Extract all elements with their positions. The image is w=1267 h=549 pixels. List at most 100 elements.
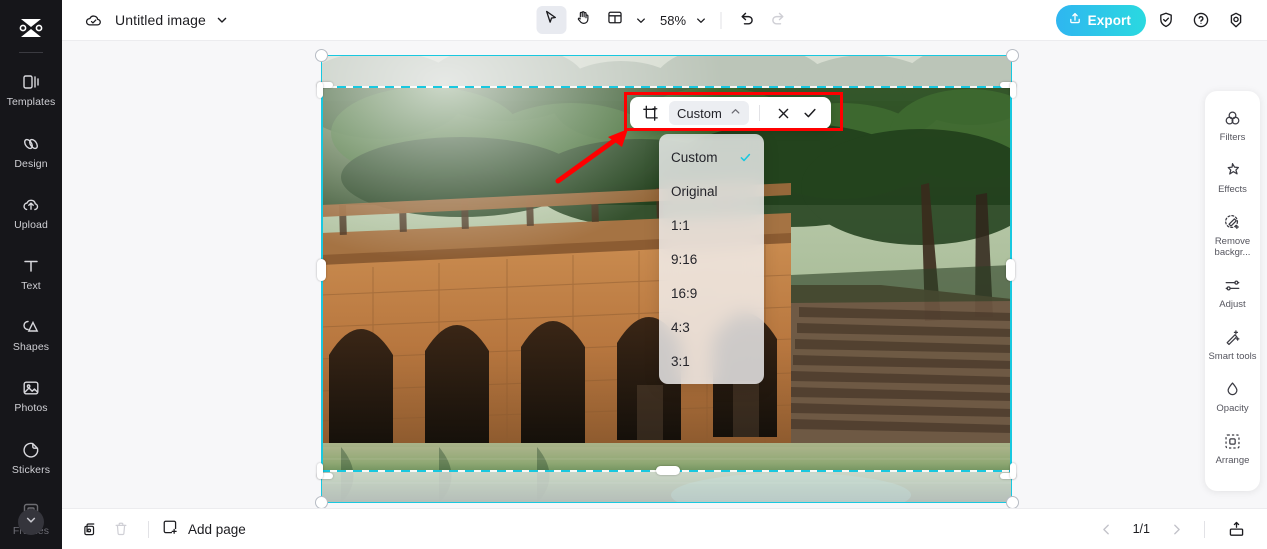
ratio-option-label: 3:1	[671, 353, 690, 369]
zoom-chevron-down-icon[interactable]	[692, 7, 710, 33]
prev-page-button[interactable]	[1095, 517, 1119, 541]
right-tool-adjust[interactable]: Adjust	[1205, 266, 1260, 318]
right-tool-label: Filters	[1219, 132, 1246, 143]
ratio-option-9-16[interactable]: 9:16	[659, 242, 764, 276]
filters-icon	[1223, 108, 1243, 128]
right-tool-smart-tools[interactable]: Smart tools	[1205, 318, 1260, 370]
sidebar-item-shapes[interactable]: Shapes	[0, 304, 62, 365]
crop-handle-left-mid[interactable]	[317, 259, 326, 281]
bottom-right-divider	[1204, 520, 1205, 538]
selection-handle-bottom-left[interactable]	[315, 496, 328, 508]
undo-arrow-icon	[737, 9, 755, 32]
right-tool-opacity[interactable]: Opacity	[1205, 370, 1260, 422]
sidebar-item-stickers[interactable]: Stickers	[0, 427, 62, 488]
next-page-button[interactable]	[1164, 517, 1188, 541]
right-tool-effects[interactable]: Effects	[1205, 151, 1260, 203]
aspect-ratio-select[interactable]: Custom	[669, 101, 749, 125]
sidebar-item-photos[interactable]: Photos	[0, 365, 62, 426]
layout-chevron-down-icon[interactable]	[632, 7, 650, 33]
add-page-button[interactable]: Add page	[161, 518, 246, 541]
cloud-saved-icon[interactable]	[83, 10, 103, 30]
cursor-arrow-icon	[542, 9, 559, 31]
crop-confirm-button[interactable]	[799, 102, 822, 125]
sidebar-item-upload[interactable]: Upload	[0, 182, 62, 243]
ratio-option-label: 4:3	[671, 319, 690, 335]
design-icon	[20, 133, 42, 155]
capcut-logo-icon[interactable]	[14, 14, 48, 41]
page-navigation: 1/1	[1095, 514, 1251, 544]
sidebar-item-templates[interactable]: Templates	[0, 59, 62, 120]
redo-arrow-icon	[769, 9, 787, 32]
ratio-option-original[interactable]: Original	[659, 174, 764, 208]
crop-handle-bottom-left[interactable]	[317, 461, 335, 479]
present-export-button[interactable]	[1221, 514, 1251, 544]
shield-check-icon[interactable]	[1151, 5, 1181, 35]
duplicate-page-button[interactable]	[76, 514, 106, 544]
crop-handle-right-mid[interactable]	[1006, 259, 1015, 281]
ratio-option-label: 9:16	[671, 251, 698, 267]
layout-tool-button[interactable]	[600, 6, 630, 34]
aspect-ratio-dropdown[interactable]: Custom Original 1:1 9:16 16:9 4:3 3:1	[659, 134, 764, 384]
zoom-level-label[interactable]: 58%	[652, 13, 690, 28]
right-tool-filters[interactable]: Filters	[1205, 99, 1260, 151]
sidebar-item-design[interactable]: Design	[0, 120, 62, 181]
sidebar-divider	[19, 52, 43, 54]
smart-tools-wand-icon	[1223, 327, 1243, 347]
right-tools-panel: Filters Effects Remove backgr... Adjust …	[1205, 91, 1260, 491]
top-toolbar: Untitled image 58% Export	[62, 0, 1267, 41]
right-tool-label: Adjust	[1219, 299, 1246, 310]
selection-handle-top-right[interactable]	[1006, 49, 1019, 62]
undo-button[interactable]	[731, 6, 761, 34]
crop-handle-top-left[interactable]	[317, 82, 335, 100]
sidebar-label: Text	[21, 280, 41, 292]
ratio-option-16-9[interactable]: 16:9	[659, 276, 764, 310]
ratio-option-1-1[interactable]: 1:1	[659, 208, 764, 242]
selection-handle-top-left[interactable]	[315, 49, 328, 62]
ratio-option-4-3[interactable]: 4:3	[659, 310, 764, 344]
sidebar-label: Shapes	[12, 341, 50, 354]
bottom-bar: Add page 1/1	[62, 508, 1267, 549]
crop-cancel-button[interactable]	[772, 102, 795, 125]
sidebar-label: Templates	[6, 96, 56, 109]
shapes-icon	[20, 316, 42, 338]
sidebar-more-button[interactable]	[18, 509, 44, 535]
right-tool-arrange[interactable]: Arrange	[1205, 422, 1260, 474]
add-page-label: Add page	[188, 521, 246, 537]
canvas-tools-group: 58%	[535, 6, 793, 34]
select-tool-button[interactable]	[535, 6, 566, 34]
ratio-option-label: Original	[671, 183, 718, 199]
crop-tool-icon[interactable]	[639, 102, 661, 124]
add-page-icon	[161, 518, 179, 541]
selection-handle-bottom-right[interactable]	[1006, 496, 1019, 508]
opacity-drop-icon	[1223, 379, 1243, 399]
hand-pan-icon	[574, 9, 591, 31]
delete-page-button[interactable]	[106, 514, 136, 544]
check-icon	[738, 150, 752, 164]
settings-gear-icon[interactable]	[1221, 5, 1251, 35]
top-right-actions: Export	[1055, 4, 1251, 36]
canvas-area[interactable]: Custom Custom Original 1:1 9:16 16:9 4:3…	[62, 41, 1267, 508]
document-title[interactable]: Untitled image	[115, 12, 206, 28]
question-circle-icon[interactable]	[1186, 5, 1216, 35]
chevron-down-circle-icon	[25, 513, 37, 531]
aspect-ratio-value: Custom	[677, 105, 722, 121]
bottom-divider	[148, 520, 149, 538]
sidebar-item-text[interactable]: Text	[0, 243, 62, 304]
toolbar-divider	[720, 11, 722, 29]
right-tool-remove-background[interactable]: Remove backgr...	[1205, 203, 1260, 266]
hand-tool-button[interactable]	[568, 6, 598, 34]
chevron-down-icon[interactable]	[215, 13, 229, 27]
redo-button[interactable]	[763, 6, 793, 34]
sidebar-label: Upload	[14, 218, 48, 231]
ratio-option-label: 1:1	[671, 217, 690, 233]
ratio-option-3-1[interactable]: 3:1	[659, 344, 764, 378]
layout-grid-icon	[606, 9, 623, 31]
crop-handle-bottom-right[interactable]	[998, 461, 1016, 479]
effects-star-icon	[1223, 160, 1243, 180]
crop-handle-top-right[interactable]	[998, 82, 1016, 100]
crop-handle-bottom-mid[interactable]	[656, 466, 680, 475]
adjust-sliders-icon	[1223, 275, 1243, 295]
capcut-editor-window: Templates Design Upload Text Shapes Phot…	[0, 0, 1267, 549]
ratio-option-custom[interactable]: Custom	[659, 140, 764, 174]
export-button[interactable]: Export	[1055, 4, 1146, 36]
